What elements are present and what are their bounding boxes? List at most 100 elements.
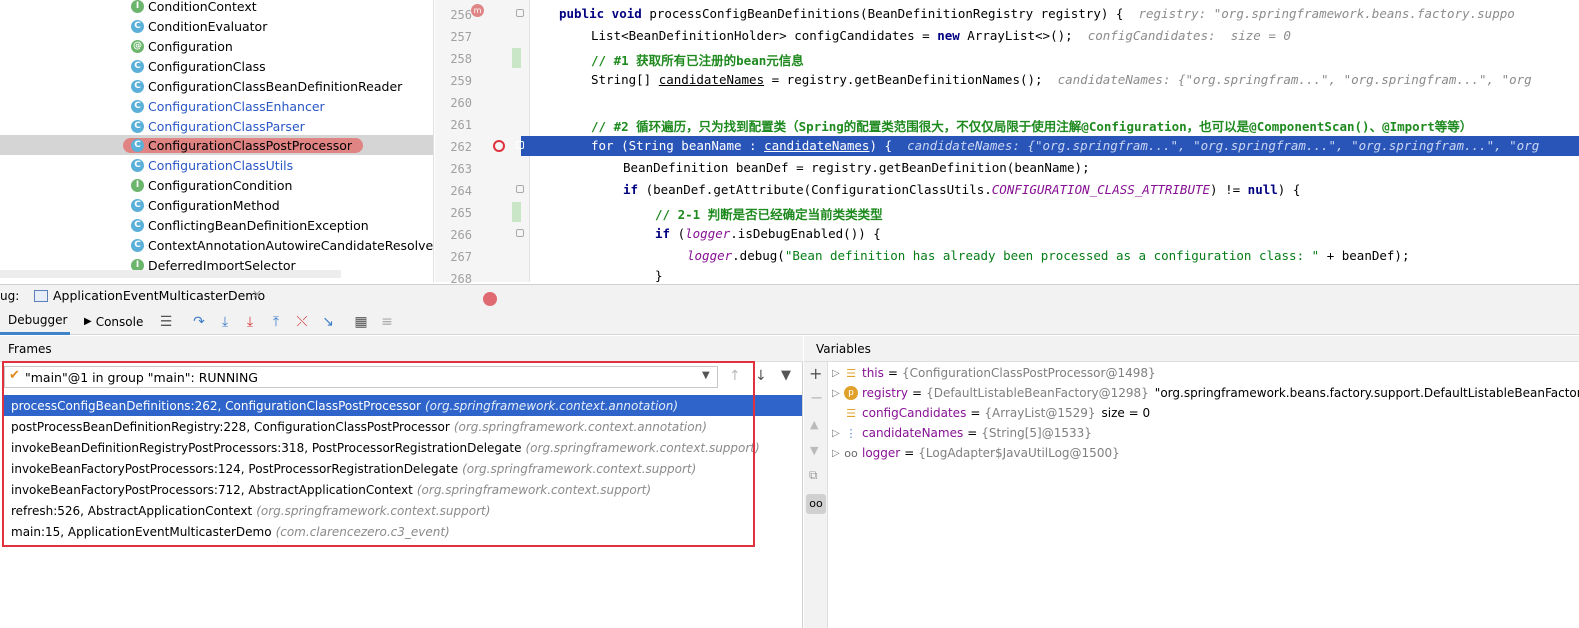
tab-debugger[interactable]: Debugger: [0, 308, 70, 335]
console-icon: ▶: [84, 316, 92, 327]
breakpoint-marker-icon: [483, 292, 497, 306]
close-icon[interactable]: ×: [252, 287, 262, 301]
variable-row[interactable]: ☰ configCandidates = {ArrayList@1529} size =…: [832, 403, 1150, 423]
tree-item-context-annotation-autowire-candidate-resolver[interactable]: C ContextAnnotationAutowireCandidateResol…: [0, 235, 434, 255]
tree-item-label: Configuration: [148, 38, 233, 54]
variable-value: {DefaultListableBeanFactory@1298}: [926, 386, 1149, 400]
trace-icon[interactable]: ≡: [379, 314, 395, 330]
expand-arrow-icon[interactable]: ▷: [832, 388, 844, 399]
tree-item-configuration-class-bean-definition-reader[interactable]: C ConfigurationClassBeanDefinitionReader: [0, 76, 433, 96]
tree-item-label: ConditionEvaluator: [148, 18, 268, 34]
class-icon: C: [131, 59, 144, 73]
variable-name: this: [862, 366, 884, 380]
variable-row[interactable]: ▷ p registry = {DefaultListableBeanFactory@1…: [832, 383, 1579, 403]
tree-item-label: ContextAnnotationAutowireCandidateResolv…: [148, 237, 434, 253]
variable-row[interactable]: ▷ ☰ this = {ConfigurationClassPostProcessor@…: [832, 363, 1156, 383]
tree-item-condition-context[interactable]: I ConditionContext: [0, 0, 433, 16]
variable-row[interactable]: ▷ oo logger = {LogAdapter$JavaUtilLog@1500}: [832, 443, 1120, 463]
line-number: 262: [450, 140, 472, 154]
interface-icon: I: [131, 178, 144, 192]
variable-name: candidateNames: [862, 426, 964, 440]
code-line-266: if (logger.isDebugEnabled()) {: [655, 226, 881, 241]
show-watches-icon[interactable]: oo: [806, 494, 826, 514]
frames-title: Frames: [8, 342, 52, 356]
line-number: 259: [450, 74, 472, 88]
tree-item-label: ConfigurationMethod: [148, 197, 280, 213]
filter-icon[interactable]: ▼: [781, 368, 791, 383]
evaluate-expression-icon[interactable]: ▦: [353, 314, 369, 330]
class-icon: C: [131, 99, 144, 113]
tree-item-label: ConfigurationCondition: [148, 177, 293, 193]
variables-side-toolbar: + − ▲ ▼ ⧉ oo: [804, 362, 828, 628]
step-out-icon[interactable]: ⤒: [268, 314, 284, 330]
layout-menu-icon[interactable]: ☰: [158, 314, 174, 330]
expand-arrow-icon[interactable]: ▷: [832, 428, 844, 439]
drop-frame-icon[interactable]: ⤬: [294, 314, 310, 330]
fold-icon[interactable]: [516, 185, 524, 193]
debug-label: ug:: [0, 289, 20, 303]
variable-name: configCandidates: [862, 406, 967, 420]
step-over-icon[interactable]: ↷: [191, 314, 207, 330]
code-line-259: String[] candidateNames = registry.getBe…: [591, 72, 1532, 87]
annotation-icon: @: [131, 39, 144, 53]
variable-row[interactable]: ▷ ⋮ candidateNames = {String[5]@1533}: [832, 423, 1092, 443]
code-line-258: // #1 获取所有已注册的bean元信息: [591, 53, 804, 68]
tree-item-configuration[interactable]: @ Configuration: [0, 36, 433, 56]
tree-item-condition-evaluator[interactable]: C ConditionEvaluator: [0, 16, 433, 36]
tree-item-configuration-class-parser[interactable]: C ConfigurationClassParser: [0, 116, 433, 136]
line-number: 257: [450, 30, 472, 44]
variable-value: {ArrayList@1529}: [984, 406, 1096, 420]
fold-icon[interactable]: [516, 141, 524, 149]
run-config-tab[interactable]: ApplicationEventMulticasterDemo: [53, 288, 265, 303]
fold-icon[interactable]: [516, 229, 524, 237]
variable-name: registry: [862, 386, 908, 400]
tree-item-label: ConditionContext: [148, 0, 257, 14]
tree-item-configuration-class-utils[interactable]: C ConfigurationClassUtils: [0, 155, 433, 175]
parameter-icon: p: [844, 386, 858, 400]
frames-header: Frames: [0, 336, 803, 362]
force-step-into-icon[interactable]: ⤓: [242, 314, 258, 330]
tree-item-configuration-class[interactable]: C ConfigurationClass: [0, 56, 433, 76]
field-icon: ☰: [846, 406, 856, 420]
tab-console[interactable]: ▶ Console: [84, 308, 154, 335]
tree-item-configuration-class-post-processor[interactable]: C ConfigurationClassPostProcessor: [0, 135, 433, 155]
line-number: 265: [450, 206, 472, 220]
code-line-264: if (beanDef.getAttribute(ConfigurationCl…: [623, 182, 1301, 197]
code-line-261: // #2 循环遍历，只为找到配置类（Spring的配置类范围很大，不仅仅局限于…: [591, 119, 1473, 134]
tree-item-conflicting-bean-definition-exception[interactable]: C ConflictingBeanDefinitionException: [0, 215, 433, 235]
breakpoint-icon[interactable]: [493, 140, 505, 152]
move-down-icon[interactable]: ▼: [810, 444, 818, 457]
annotation-highlight-box: [2, 361, 755, 547]
copy-icon[interactable]: ⧉: [809, 468, 818, 483]
remove-watch-icon[interactable]: −: [810, 388, 823, 407]
step-into-icon[interactable]: ⤓: [217, 314, 233, 330]
method-override-icon[interactable]: m: [471, 4, 484, 17]
tree-item-label: ConfigurationClass: [148, 58, 266, 74]
tree-item-configuration-method[interactable]: C ConfigurationMethod: [0, 195, 433, 215]
move-up-icon[interactable]: ▲: [810, 418, 818, 431]
line-number: 260: [450, 96, 472, 110]
variable-name: logger: [862, 446, 901, 460]
arrow-down-icon[interactable]: ↓: [755, 368, 767, 384]
line-number: 264: [450, 184, 472, 198]
tree-horizontal-scrollbar[interactable]: [0, 270, 341, 278]
variable-value: {ConfigurationClassPostProcessor@1498}: [901, 366, 1156, 380]
add-watch-icon[interactable]: +: [809, 364, 822, 383]
vcs-change-marker: [512, 48, 521, 68]
expand-arrow-icon[interactable]: ▷: [832, 448, 844, 459]
code-line-262: for (String beanName : candidateNames) {…: [591, 138, 1540, 153]
class-icon: C: [131, 119, 144, 133]
class-icon: C: [131, 138, 144, 152]
variables-header: Variables: [804, 336, 1579, 362]
fold-icon[interactable]: [516, 9, 524, 17]
run-to-cursor-icon[interactable]: ↘: [320, 314, 336, 330]
debug-title-bar: ug: ApplicationEventMulticasterDemo ×: [0, 284, 1579, 308]
variable-value: {String[5]@1533}: [981, 426, 1092, 440]
tree-item-configuration-class-enhancer[interactable]: C ConfigurationClassEnhancer: [0, 96, 433, 116]
line-number: 263: [450, 162, 472, 176]
tree-item-label: ConflictingBeanDefinitionException: [148, 217, 369, 233]
class-icon: C: [131, 158, 144, 172]
tree-item-configuration-condition[interactable]: I ConfigurationCondition: [0, 175, 433, 195]
expand-arrow-icon[interactable]: ▷: [832, 368, 844, 379]
line-number: 267: [450, 250, 472, 264]
